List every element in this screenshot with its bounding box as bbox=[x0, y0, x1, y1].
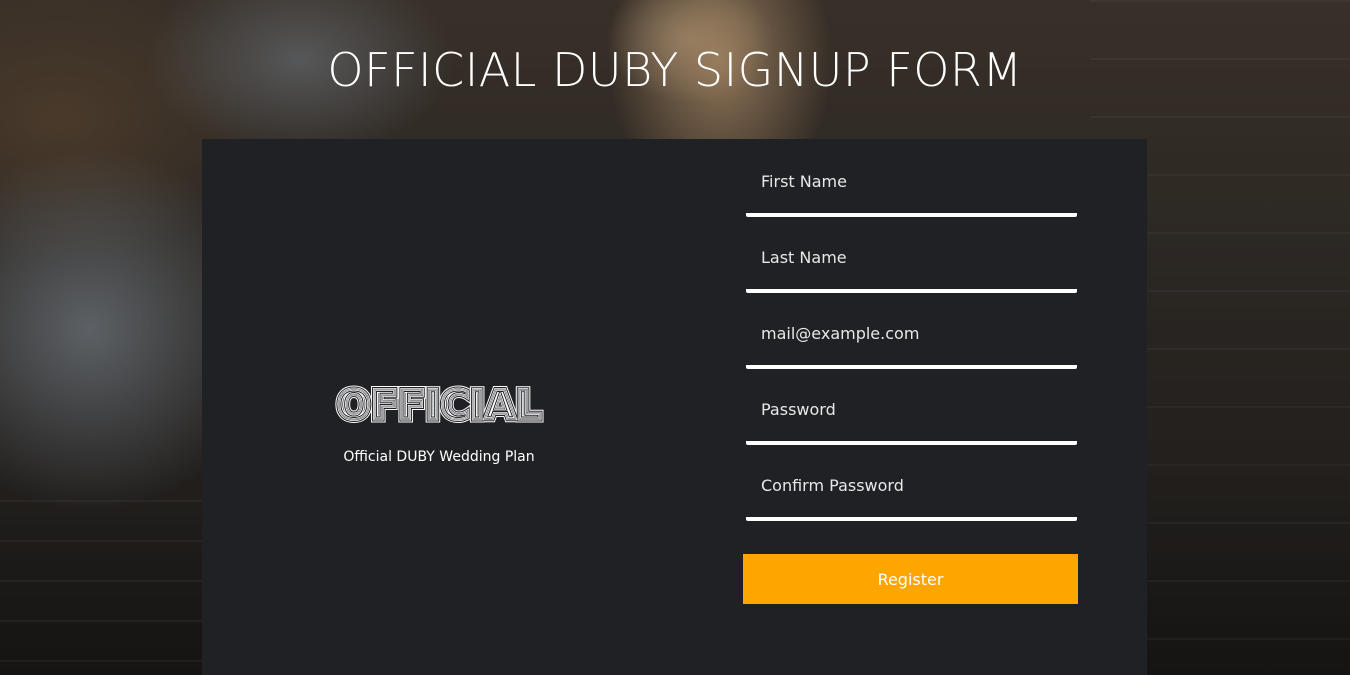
brand-panel: OFFICIAL OFFICIAL OFFICIAL OFFICIAL OFFI… bbox=[330, 383, 548, 465]
signup-card: OFFICIAL OFFICIAL OFFICIAL OFFICIAL OFFI… bbox=[202, 139, 1147, 675]
confirm-password-input[interactable] bbox=[746, 467, 1077, 521]
email-field-wrap bbox=[743, 315, 1078, 391]
brand-tagline: Official DUBY Wedding Plan bbox=[343, 449, 535, 465]
first-name-input[interactable] bbox=[746, 163, 1077, 217]
last-name-field-wrap bbox=[743, 239, 1078, 315]
page-title: OFFICIAL DUBY SIGNUP FORM bbox=[327, 43, 1023, 97]
password-field-wrap bbox=[743, 391, 1078, 467]
last-name-input[interactable] bbox=[746, 239, 1077, 293]
first-name-field-wrap bbox=[743, 163, 1078, 239]
official-logo: OFFICIAL OFFICIAL OFFICIAL OFFICIAL OFFI… bbox=[333, 383, 544, 427]
confirm-password-field-wrap bbox=[743, 467, 1078, 543]
logo-text-core: OFFICIAL bbox=[337, 383, 541, 427]
register-button[interactable]: Register bbox=[743, 554, 1078, 604]
email-input[interactable] bbox=[746, 315, 1077, 369]
signup-form: Register bbox=[743, 163, 1078, 604]
password-input[interactable] bbox=[746, 391, 1077, 445]
